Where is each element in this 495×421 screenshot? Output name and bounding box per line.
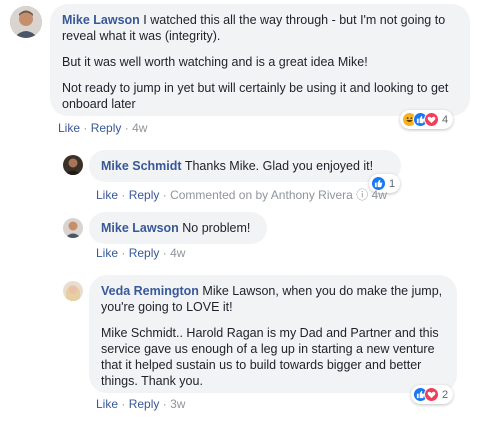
avatar-photo-icon xyxy=(10,6,42,38)
separator: · xyxy=(162,188,167,202)
comment-text: Thanks Mike. Glad you enjoyed it! xyxy=(184,159,374,173)
comment-actions: Like · Reply · Commented on by Anthony R… xyxy=(96,186,387,203)
timestamp[interactable]: 3w xyxy=(170,397,185,411)
commented-on-label[interactable]: Commented on by Anthony Rivera xyxy=(170,188,353,202)
comment-bubble: Mike Lawson I watched this all the way t… xyxy=(50,4,470,116)
reaction-count: 4 xyxy=(442,113,449,126)
comment-actions: Like · Reply · 4w xyxy=(96,246,185,260)
separator: · xyxy=(121,397,126,411)
like-button[interactable]: Like xyxy=(58,121,80,135)
reply-button[interactable]: Reply xyxy=(91,121,122,135)
reply-button[interactable]: Reply xyxy=(129,397,160,411)
avatar[interactable] xyxy=(10,6,42,38)
comment-paragraph: Not ready to jump in yet but will certai… xyxy=(62,81,449,111)
avatar-photo-icon xyxy=(63,155,83,175)
timestamp[interactable]: 4w xyxy=(372,188,387,202)
comment-text: Veda Remington Mike Lawson, when you do … xyxy=(101,283,445,389)
like-button[interactable]: Like xyxy=(96,246,118,260)
avatar-photo-icon xyxy=(63,218,83,238)
reaction-count: 1 xyxy=(389,177,396,190)
comment-text: No problem! xyxy=(182,221,251,235)
separator: · xyxy=(162,397,167,411)
avatar[interactable] xyxy=(63,218,83,238)
author-name[interactable]: Mike Lawson xyxy=(101,221,179,235)
reaction-count: 2 xyxy=(442,388,449,401)
like-button[interactable]: Like xyxy=(96,397,118,411)
separator: · xyxy=(121,188,126,202)
like-button[interactable]: Like xyxy=(96,188,118,202)
timestamp[interactable]: 4w xyxy=(132,121,147,135)
reply-button[interactable]: Reply xyxy=(129,188,160,202)
author-name[interactable]: Veda Remington xyxy=(101,284,199,298)
comment-actions: Like · Reply · 3w xyxy=(96,397,185,411)
info-icon: ⓘ xyxy=(356,188,369,202)
love-reaction-icon xyxy=(424,112,439,127)
comment-bubble: Mike Schmidt Thanks Mike. Glad you enjoy… xyxy=(89,150,401,182)
reaction-summary[interactable]: 4 xyxy=(400,110,454,129)
reaction-summary[interactable]: 2 xyxy=(411,385,454,404)
separator: · xyxy=(121,246,126,260)
separator: · xyxy=(124,121,129,135)
avatar-photo-icon xyxy=(63,281,83,301)
avatar[interactable] xyxy=(63,281,83,301)
comment-paragraph: But it was well worth watching and is a … xyxy=(62,55,368,69)
love-reaction-icon xyxy=(424,387,439,402)
comment-paragraph: Mike Schmidt.. Harold Ragan is my Dad an… xyxy=(101,326,439,388)
comment-text: Mike Lawson I watched this all the way t… xyxy=(62,12,458,112)
reply-button[interactable]: Reply xyxy=(129,246,160,260)
author-name[interactable]: Mike Schmidt xyxy=(101,159,182,173)
separator: · xyxy=(83,121,88,135)
separator: · xyxy=(162,246,167,260)
avatar[interactable] xyxy=(63,155,83,175)
timestamp[interactable]: 4w xyxy=(170,246,185,260)
comment-actions: Like · Reply · 4w xyxy=(58,121,147,135)
comment-bubble: Mike Lawson No problem! xyxy=(89,212,267,244)
author-name[interactable]: Mike Lawson xyxy=(62,13,140,27)
comment-bubble: Veda Remington Mike Lawson, when you do … xyxy=(89,275,457,393)
